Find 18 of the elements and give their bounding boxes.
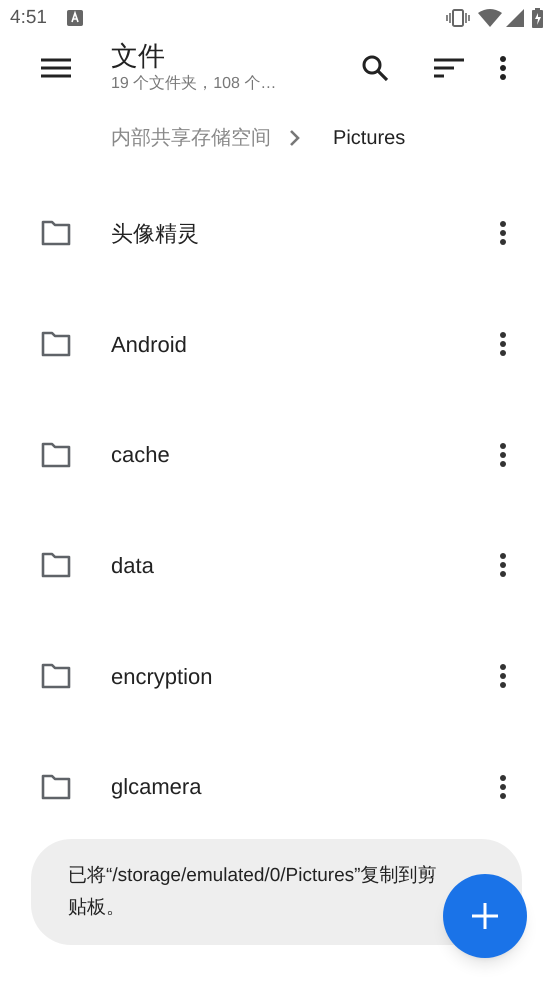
folder-row[interactable]: encryption <box>0 620 553 732</box>
folder-summary: 19 个文件夹，108 个… <box>111 74 278 94</box>
folder-name: cache <box>111 441 171 470</box>
folder-name: data <box>111 552 155 580</box>
folder-name: encryption <box>111 662 214 691</box>
folder-row[interactable]: 头像精灵 <box>0 178 553 289</box>
folder-name: glcamera <box>111 773 202 802</box>
breadcrumb-item[interactable]: Pictures <box>333 123 406 153</box>
folder-row[interactable]: cache <box>0 399 553 510</box>
app-title: 文件 <box>111 40 166 72</box>
folder-row[interactable]: data <box>0 510 553 621</box>
folder-row[interactable]: glcamera <box>0 731 553 842</box>
folder-name: 头像精灵 <box>111 220 200 248</box>
folder-name: Android <box>111 330 188 359</box>
toast-message: 已将“/storage/emulated/0/Pictures”复制到剪贴板。 <box>68 864 438 920</box>
status-time: 4:51 <box>10 6 47 30</box>
breadcrumb-item[interactable]: 内部共享存储空间 <box>111 123 271 153</box>
folder-row[interactable]: Android <box>0 288 553 400</box>
